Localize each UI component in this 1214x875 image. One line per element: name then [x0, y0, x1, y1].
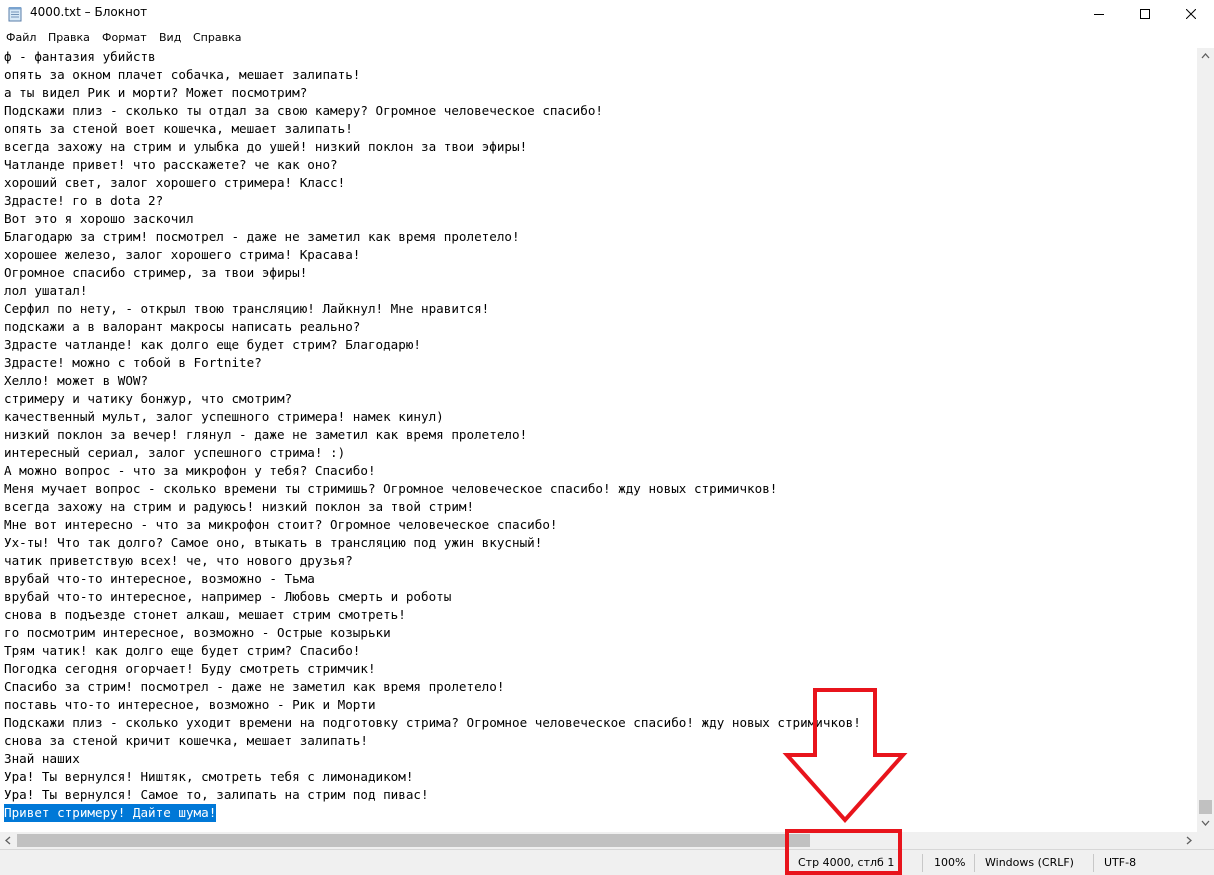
- text-line[interactable]: Хелло! может в WOW?: [4, 372, 148, 390]
- text-line[interactable]: Подскажи плиз - сколько уходит времени н…: [4, 714, 861, 732]
- text-line[interactable]: всегда захожу на стрим и радуюсь! низкий…: [4, 498, 474, 516]
- text-line[interactable]: Серфил по нету, - открыл твою трансляцию…: [4, 300, 489, 318]
- statusbar-encoding: UTF-8: [1104, 856, 1137, 869]
- text-line[interactable]: Знай наших: [4, 750, 80, 768]
- text-line[interactable]: низкий поклон за вечер! глянул - даже не…: [4, 426, 527, 444]
- notepad-icon: [8, 7, 22, 22]
- vertical-scrollbar[interactable]: [1197, 48, 1214, 832]
- text-line[interactable]: подскажи а в валорант макросы написать р…: [4, 318, 360, 336]
- text-line[interactable]: опять за стеной воет кошечка, мешает зал…: [4, 120, 353, 138]
- close-icon: [1186, 9, 1196, 19]
- text-line[interactable]: врубай что-то интересное, возможно - Тьм…: [4, 570, 315, 588]
- menu-bar: Файл Правка Формат Вид Справка: [0, 28, 1214, 48]
- text-line[interactable]: Мне вот интересно - что за микрофон стои…: [4, 516, 558, 534]
- scroll-right-arrow-icon[interactable]: [1186, 836, 1192, 845]
- text-line[interactable]: лол ушатал!: [4, 282, 87, 300]
- statusbar-line-endings: Windows (CRLF): [985, 856, 1074, 869]
- window-title: 4000.txt – Блокнот: [30, 5, 148, 19]
- statusbar-zoom: 100%: [934, 856, 966, 869]
- text-line[interactable]: Трям чатик! как долго еще будет стрим? С…: [4, 642, 360, 660]
- menu-format[interactable]: Формат: [102, 31, 147, 44]
- text-line[interactable]: ф - фантазия убийств: [4, 48, 156, 66]
- text-line[interactable]: Огромное спасибо стример, за твои эфиры!: [4, 264, 307, 282]
- title-bar: 4000.txt – Блокнот: [0, 0, 1214, 28]
- status-separator: [922, 854, 923, 872]
- text-line[interactable]: Меня мучает вопрос - сколько времени ты …: [4, 480, 777, 498]
- text-line[interactable]: Благодарю за стрим! посмотрел - даже не …: [4, 228, 520, 246]
- text-line[interactable]: интересный сериал, залог успешного стрим…: [4, 444, 345, 462]
- vertical-scroll-thumb[interactable]: [1199, 800, 1212, 814]
- text-line[interactable]: врубай что-то интересное, например - Люб…: [4, 588, 451, 606]
- text-line[interactable]: опять за окном плачет собачка, мешает за…: [4, 66, 360, 84]
- scrollbar-corner: [1197, 832, 1214, 849]
- text-editor[interactable]: ф - фантазия убийств опять за окном плаче…: [0, 48, 1197, 832]
- text-line[interactable]: го посмотрим интересное, возможно - Остр…: [4, 624, 391, 642]
- text-line[interactable]: А можно вопрос - что за микрофон у тебя?…: [4, 462, 376, 480]
- text-line[interactable]: хороший свет, залог хорошего стримера! К…: [4, 174, 345, 192]
- text-line[interactable]: Подскажи плиз - сколько ты отдал за свою…: [4, 102, 603, 120]
- text-line[interactable]: снова в подъезде стонет алкаш, мешает ст…: [4, 606, 406, 624]
- status-separator: [974, 854, 975, 872]
- selected-text-line[interactable]: Привет стримеру! Дайте шума!: [4, 804, 217, 822]
- text-line[interactable]: Здрасте! можно с тобой в Fortnite?: [4, 354, 262, 372]
- text-line[interactable]: Здрасте! го в dota 2?: [4, 192, 163, 210]
- horizontal-scroll-thumb[interactable]: [17, 834, 810, 847]
- text-line[interactable]: Вот это я хорошо заскочил: [4, 210, 194, 228]
- text-line[interactable]: чатик приветствую всех! че, что нового д…: [4, 552, 353, 570]
- status-bar: Стр 4000, стлб 1 100% Windows (CRLF) UTF…: [0, 849, 1214, 875]
- text-line[interactable]: снова за стеной кричит кошечка, мешает з…: [4, 732, 368, 750]
- maximize-icon: [1140, 9, 1150, 19]
- text-line[interactable]: качественный мульт, залог успешного стри…: [4, 408, 444, 426]
- text-line[interactable]: а ты видел Рик и морти? Может посмотрим?: [4, 84, 307, 102]
- text-line[interactable]: всегда захожу на стрим и улыбка до ушей!…: [4, 138, 527, 156]
- text-line[interactable]: Здрасте чатланде! как долго еще будет ст…: [4, 336, 421, 354]
- text-line[interactable]: хорошее железо, залог хорошего стрима! К…: [4, 246, 360, 264]
- scroll-up-arrow-icon[interactable]: [1197, 48, 1214, 65]
- maximize-button[interactable]: [1122, 0, 1168, 28]
- menu-file[interactable]: Файл: [6, 31, 36, 44]
- text-line[interactable]: поставь что-то интересное, возможно - Ри…: [4, 696, 376, 714]
- minimize-button[interactable]: [1076, 0, 1122, 28]
- text-line[interactable]: Ура! Ты вернулся! Ништяк, смотреть тебя …: [4, 768, 413, 786]
- statusbar-position: Стр 4000, стлб 1: [798, 856, 895, 869]
- menu-edit[interactable]: Правка: [48, 31, 90, 44]
- minimize-icon: [1094, 14, 1104, 15]
- horizontal-scrollbar[interactable]: [0, 832, 1197, 849]
- close-button[interactable]: [1168, 0, 1214, 28]
- status-separator: [786, 854, 787, 872]
- menu-help[interactable]: Справка: [193, 31, 241, 44]
- text-line[interactable]: стримеру и чатику бонжур, что смотрим?: [4, 390, 292, 408]
- text-line[interactable]: Спасибо за стрим! посмотрел - даже не за…: [4, 678, 504, 696]
- text-line[interactable]: Чатланде привет! что расскажете? че как …: [4, 156, 338, 174]
- status-separator: [1093, 854, 1094, 872]
- text-line[interactable]: Ура! Ты вернулся! Самое то, залипать на …: [4, 786, 429, 804]
- text-line[interactable]: Погодка сегодня огорчает! Буду смотреть …: [4, 660, 376, 678]
- text-line[interactable]: Ух-ты! Что так долго? Самое оно, втыкать…: [4, 534, 542, 552]
- scroll-left-arrow-icon[interactable]: [5, 836, 11, 845]
- scroll-down-arrow-icon[interactable]: [1197, 815, 1214, 832]
- menu-view[interactable]: Вид: [159, 31, 181, 44]
